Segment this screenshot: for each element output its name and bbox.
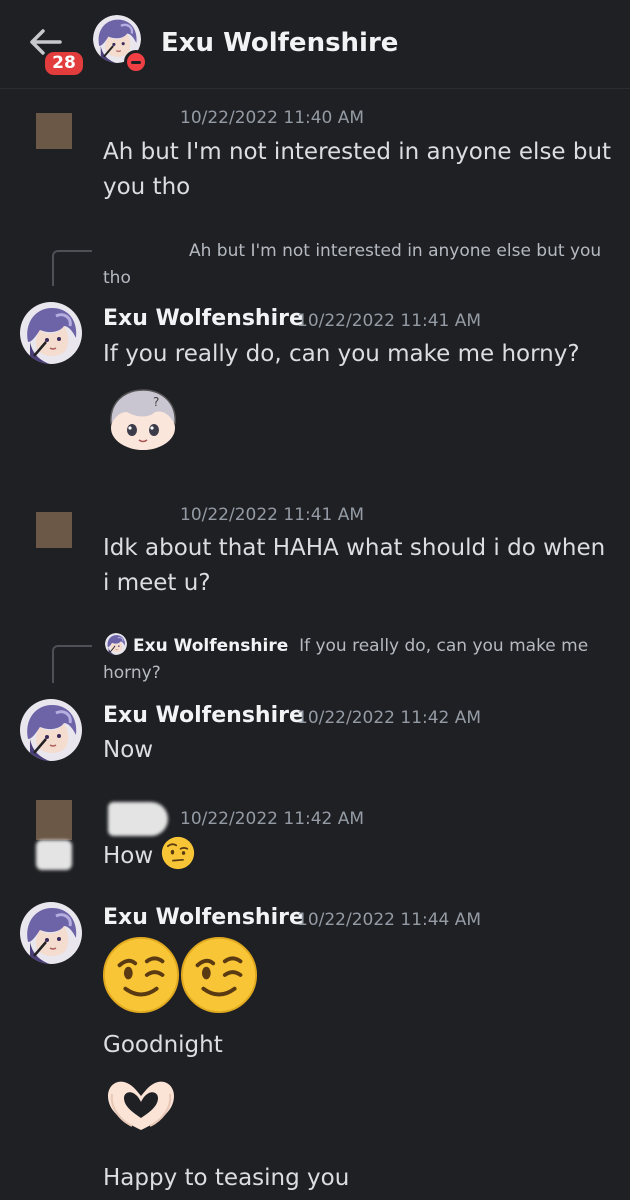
redacted-image xyxy=(36,840,72,870)
reply-connector xyxy=(52,645,92,683)
message-text: Ah but I'm not interested in anyone else… xyxy=(103,139,612,200)
message-text: Idk about that HAHA what should i do whe… xyxy=(103,535,606,596)
reply-connector xyxy=(52,250,92,286)
reply-preview[interactable]: Exu Wolfenshire If you really do, can yo… xyxy=(103,633,603,687)
reply-preview[interactable]: Ah but I'm not interested in anyone else… xyxy=(103,238,603,292)
do-not-disturb-status-icon xyxy=(124,50,148,74)
avatar[interactable] xyxy=(20,699,82,761)
avatar[interactable] xyxy=(20,902,82,964)
message-timestamp: 10/22/2022 11:42 AM xyxy=(180,809,365,829)
message-timestamp: 10/22/2022 11:41 AM xyxy=(297,311,482,331)
message-text: If you really do, can you make me horny? xyxy=(103,341,580,367)
message-timestamp: 10/22/2022 11:44 AM xyxy=(297,910,482,930)
message-text: How xyxy=(103,836,613,874)
channel-title[interactable]: Exu Wolfenshire xyxy=(161,28,398,58)
message-author[interactable]: Exu Wolfenshire xyxy=(103,703,304,728)
message-author[interactable]: Exu Wolfenshire xyxy=(103,905,304,930)
redacted-username xyxy=(108,802,168,836)
winking-face-emoji xyxy=(180,936,258,1014)
avatar[interactable] xyxy=(36,800,72,840)
message-text-content: How xyxy=(103,843,154,869)
heart-hands-emoji xyxy=(108,1081,174,1130)
avatar[interactable] xyxy=(20,302,82,364)
chibi-avatar-sticker[interactable]: ? xyxy=(105,388,181,452)
message-timestamp: 10/22/2022 11:42 AM xyxy=(297,708,482,728)
face-with-raised-eyebrow-emoji xyxy=(161,836,194,870)
chat-header: 28 Exu Wolfenshire xyxy=(0,0,630,89)
message-timestamp: 10/22/2022 11:41 AM xyxy=(180,505,365,525)
reply-author[interactable]: Exu Wolfenshire xyxy=(133,636,288,656)
message-text: Now xyxy=(103,737,154,763)
winking-face-emoji xyxy=(102,936,180,1014)
avatar[interactable] xyxy=(36,113,72,149)
avatar[interactable] xyxy=(36,512,72,548)
unread-badge: 28 xyxy=(42,49,86,78)
message-text: Happy to teasing you xyxy=(103,1165,350,1191)
svg-text:?: ? xyxy=(153,395,159,409)
message-timestamp: 10/22/2022 11:40 AM xyxy=(180,108,365,128)
message-text: Goodnight xyxy=(103,1032,223,1058)
message-author[interactable]: Exu Wolfenshire xyxy=(103,306,304,331)
